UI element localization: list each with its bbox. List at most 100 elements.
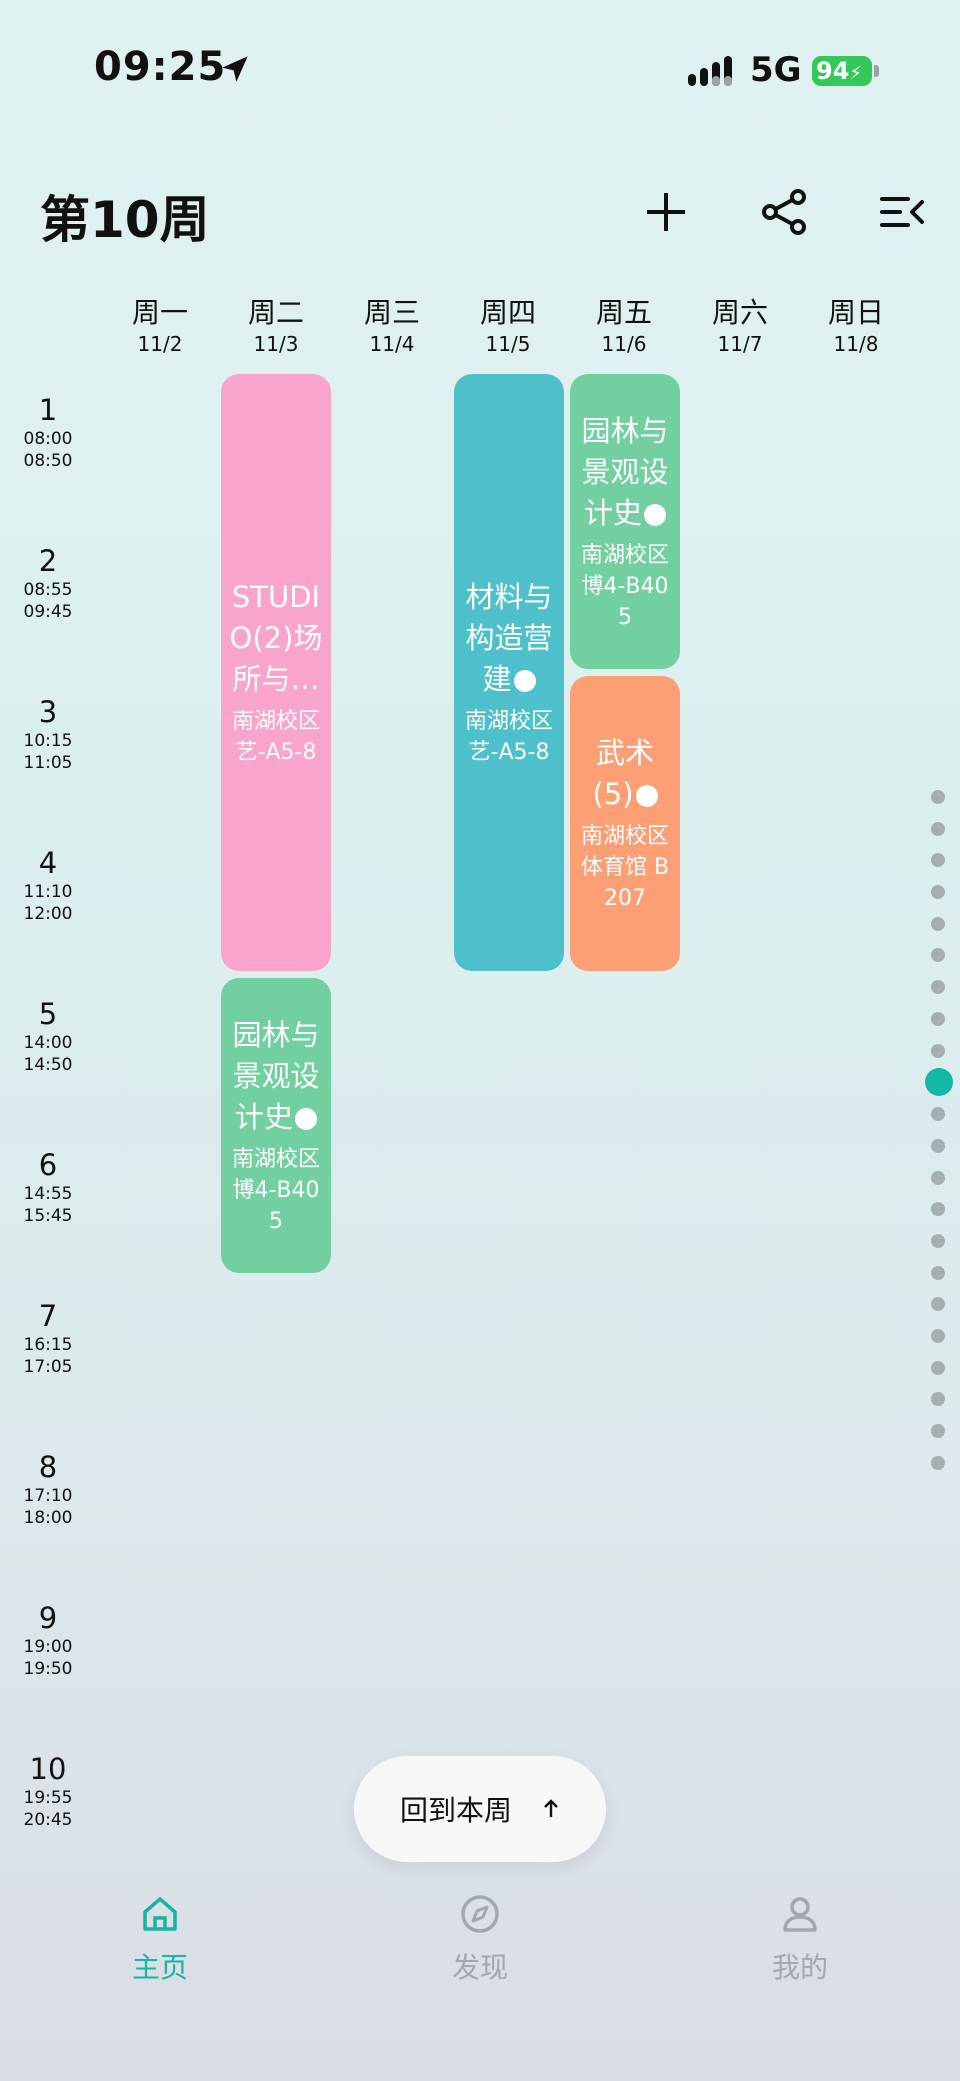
period-start: 17:10 <box>23 1486 73 1506</box>
course-card-landscape-history-fri[interactable]: 园林与景观设计史 南湖校区 博4-B405 <box>570 374 680 669</box>
day-date: 11/5 <box>485 332 531 356</box>
period-2: 2 08:55 09:45 <box>0 543 96 623</box>
period-end: 09:45 <box>23 602 73 622</box>
week-dot[interactable] <box>931 1170 945 1185</box>
battery-level: 94 <box>816 57 850 85</box>
day-date: 11/7 <box>717 332 763 356</box>
tab-label: 主页 <box>131 1951 188 1984</box>
day-header-fri: 周五 11/6 <box>566 296 682 358</box>
week-dot[interactable] <box>931 853 945 868</box>
week-dot[interactable] <box>931 821 945 836</box>
week-dot[interactable] <box>931 885 945 900</box>
course-card-landscape-history-tue[interactable]: 园林与景观设计史 南湖校区 博4-B405 <box>221 978 331 1273</box>
week-dot[interactable] <box>931 1424 945 1439</box>
status-time: 09:25 <box>94 44 227 90</box>
period-start: 14:55 <box>23 1184 73 1204</box>
location-arrow-icon <box>222 56 248 82</box>
period-start: 19:55 <box>23 1788 73 1808</box>
day-name: 周六 <box>711 296 768 329</box>
period-9: 9 19:00 19:50 <box>0 1600 96 1680</box>
day-header-mon: 周一 11/2 <box>102 296 218 358</box>
period-start: 14:00 <box>23 1033 73 1053</box>
status-dot <box>513 670 536 692</box>
period-end: 17:05 <box>23 1357 73 1377</box>
week-dot[interactable] <box>931 1265 945 1280</box>
day-name: 周日 <box>827 296 884 329</box>
period-7: 7 16:15 17:05 <box>0 1298 96 1378</box>
day-date: 11/2 <box>137 332 183 356</box>
week-dot-current[interactable] <box>925 1068 953 1097</box>
home-icon <box>143 1897 177 1931</box>
week-dot[interactable] <box>931 1138 945 1153</box>
period-1: 1 08:00 08:50 <box>0 392 96 472</box>
day-name: 周三 <box>363 296 420 329</box>
share-button[interactable] <box>754 182 814 242</box>
day-date: 11/3 <box>253 332 299 356</box>
page-title: 第10周 <box>40 191 210 249</box>
course-name: 园林与景观设计史 <box>581 413 669 530</box>
period-number: 3 <box>38 695 58 729</box>
tab-discover[interactable]: 发现 <box>400 1894 560 1986</box>
tab-profile[interactable]: 我的 <box>720 1894 880 1986</box>
status-dot <box>644 503 666 526</box>
tab-label: 我的 <box>771 1951 828 1984</box>
course-room: 南湖校区 艺-A5-8 <box>464 709 553 765</box>
day-header-tue: 周二 11/3 <box>218 296 334 358</box>
week-dot[interactable] <box>931 1329 945 1343</box>
period-3: 3 10:15 11:05 <box>0 694 96 774</box>
period-start: 19:00 <box>23 1637 73 1657</box>
tab-home[interactable]: 主页 <box>80 1894 240 1986</box>
course-card-materials[interactable]: 材料与构造营建 南湖校区 艺-A5-8 <box>454 374 564 971</box>
course-name: 武术(5) <box>578 733 672 815</box>
course-name: STUDIO(2)场所与… <box>229 580 323 696</box>
period-number: 2 <box>38 544 58 578</box>
period-end: 08:50 <box>23 451 73 471</box>
arrow-up-icon <box>544 1799 558 1817</box>
week-dot[interactable] <box>931 980 945 995</box>
week-dot[interactable] <box>931 1011 945 1026</box>
tab-bar: 主页 发现 我的 <box>0 1880 960 2020</box>
share-icon <box>762 189 806 235</box>
menu-button[interactable] <box>872 182 932 242</box>
period-number: 5 <box>38 997 58 1031</box>
plus-icon <box>647 193 685 231</box>
day-name: 周二 <box>247 296 304 329</box>
period-number: 10 <box>29 1752 67 1786</box>
period-end: 20:45 <box>23 1810 73 1830</box>
week-dot[interactable] <box>931 1043 945 1058</box>
period-start: 10:15 <box>23 731 73 751</box>
week-dot[interactable] <box>931 948 945 963</box>
week-dot[interactable] <box>931 916 945 931</box>
back-to-current-week-button[interactable]: 回到本周 <box>354 1756 606 1862</box>
day-name: 周五 <box>595 296 652 329</box>
period-6: 6 14:55 15:45 <box>0 1147 96 1227</box>
tab-label: 发现 <box>451 1951 508 1984</box>
week-selector[interactable] <box>925 790 953 1487</box>
day-header-sun: 周日 11/8 <box>798 296 914 358</box>
week-dot[interactable] <box>931 1455 945 1470</box>
course-card-studio[interactable]: STUDIO(2)场所与… 南湖校区 艺-A5-8 <box>221 374 331 971</box>
week-dot[interactable] <box>931 1233 945 1248</box>
course-room: 南湖校区 博4-B405 <box>231 1146 320 1234</box>
period-5: 5 14:00 14:50 <box>0 996 96 1076</box>
day-date: 11/8 <box>833 332 879 356</box>
week-dot[interactable] <box>931 1202 945 1217</box>
course-card-wushu[interactable]: 武术(5) 南湖校区 体育馆 B207 <box>570 676 680 971</box>
period-start: 16:15 <box>23 1335 73 1355</box>
day-header-sat: 周六 11/7 <box>682 296 798 358</box>
week-dot[interactable] <box>931 1360 945 1375</box>
week-dot[interactable] <box>931 1297 945 1312</box>
add-course-button[interactable] <box>636 182 696 242</box>
week-dot[interactable] <box>931 1107 945 1122</box>
course-room: 南湖校区 博4-B405 <box>580 542 669 630</box>
week-dot[interactable] <box>931 790 945 804</box>
week-dot[interactable] <box>931 1392 945 1407</box>
status-dot <box>635 785 658 807</box>
day-header-thu: 周四 11/5 <box>450 296 566 358</box>
signal-icon <box>688 56 732 86</box>
network-label: 5G <box>750 50 802 90</box>
period-number: 9 <box>38 1601 58 1635</box>
period-end: 18:00 <box>23 1508 73 1528</box>
course-room: 南湖校区 艺-A5-8 <box>231 709 320 765</box>
person-icon <box>783 1897 817 1932</box>
